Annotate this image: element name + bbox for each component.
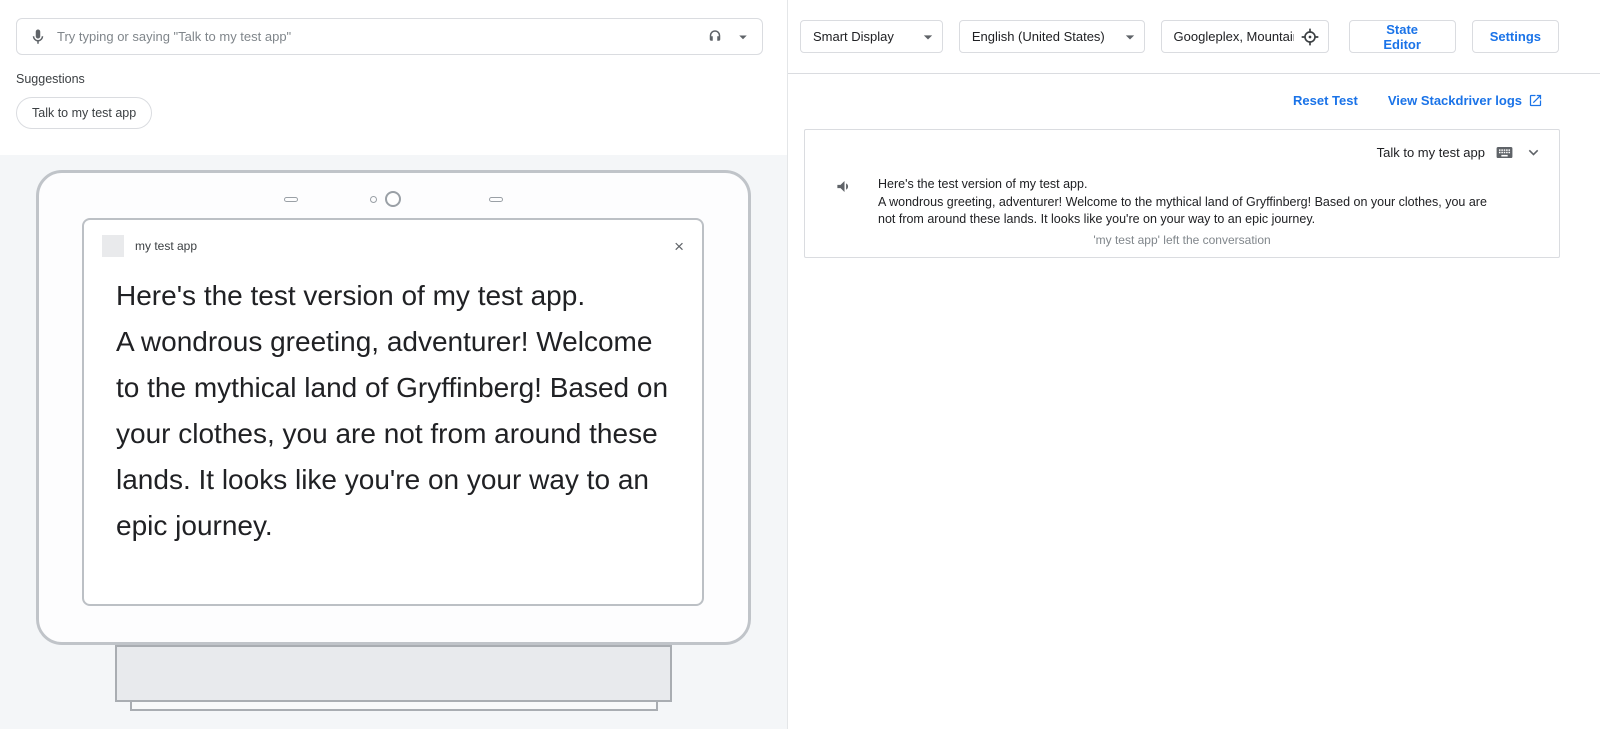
- my-location-icon[interactable]: [1300, 27, 1320, 47]
- mic-icon[interactable]: [29, 28, 47, 46]
- screen-response-line1: Here's the test version of my test app.: [116, 273, 670, 319]
- query-input[interactable]: [57, 29, 696, 44]
- suggestion-chip[interactable]: Talk to my test app: [16, 97, 152, 129]
- bezel-sensor-left: [284, 197, 298, 202]
- screen-response-text: Here's the test version of my test app. …: [84, 265, 702, 549]
- location-value: Googleplex, Mountain ...: [1174, 29, 1294, 44]
- device-screen: my test app × Here's the test version of…: [82, 218, 704, 606]
- language-select-value: English (United States): [972, 29, 1105, 44]
- location-field[interactable]: Googleplex, Mountain ...: [1161, 20, 1329, 53]
- test-panel: Smart Display English (United States) Go…: [788, 0, 1600, 729]
- device-bezel: [39, 191, 748, 207]
- view-stackdriver-logs-label: View Stackdriver logs: [1388, 93, 1522, 108]
- view-stackdriver-logs-link[interactable]: View Stackdriver logs: [1388, 93, 1543, 108]
- query-input-bar[interactable]: [16, 18, 763, 55]
- screen-app-header: my test app ×: [84, 220, 702, 265]
- app-name-label: my test app: [135, 239, 197, 253]
- close-icon[interactable]: ×: [674, 238, 684, 255]
- reset-test-link[interactable]: Reset Test: [1293, 93, 1358, 108]
- user-query-text: Talk to my test app: [1377, 145, 1485, 160]
- smart-display-frame: my test app × Here's the test version of…: [36, 170, 751, 645]
- assistant-response-text: Here's the test version of my test app. …: [878, 176, 1507, 229]
- audio-output-icon[interactable]: [706, 28, 724, 46]
- expand-turn-chevron-icon[interactable]: [1524, 143, 1543, 162]
- suggestions-label: Suggestions: [16, 72, 763, 86]
- device-preview-area: my test app × Here's the test version of…: [0, 155, 787, 729]
- settings-button[interactable]: Settings: [1472, 20, 1559, 53]
- speaker-icon[interactable]: [835, 177, 854, 196]
- conversation-ended-note: 'my test app' left the conversation: [821, 233, 1543, 247]
- chevron-down-icon: [918, 27, 938, 47]
- surface-select[interactable]: Smart Display: [800, 20, 943, 53]
- simulator-input-panel: Suggestions Talk to my test app my test …: [0, 0, 788, 729]
- app-icon: [102, 235, 124, 257]
- conversation-turn-card: Talk to my test app Here's the test vers…: [804, 129, 1560, 258]
- state-editor-button[interactable]: State Editor: [1349, 20, 1456, 53]
- test-actions-row: Reset Test View Stackdriver logs: [788, 74, 1600, 121]
- external-link-icon: [1528, 93, 1543, 108]
- keyboard-icon: [1495, 143, 1514, 162]
- device-base: [130, 702, 658, 711]
- chevron-down-icon: [1120, 27, 1140, 47]
- audio-options-caret-icon[interactable]: [734, 28, 752, 46]
- surface-select-value: Smart Display: [813, 29, 894, 44]
- bezel-mic-dot: [370, 196, 377, 203]
- input-section: Suggestions Talk to my test app: [0, 0, 787, 155]
- user-query-row: Talk to my test app: [821, 143, 1543, 162]
- bezel-sensor-right: [489, 197, 503, 202]
- response-rest: A wondrous greeting, adventurer! Welcome…: [878, 194, 1507, 229]
- device-stand: [115, 645, 672, 702]
- actions-simulator: Suggestions Talk to my test app my test …: [0, 0, 1600, 729]
- camera-ring-icon: [385, 191, 401, 207]
- test-toolbar: Smart Display English (United States) Go…: [788, 0, 1600, 74]
- screen-response-rest: A wondrous greeting, adventurer! Welcome…: [116, 319, 670, 549]
- language-select[interactable]: English (United States): [959, 20, 1145, 53]
- response-line1: Here's the test version of my test app.: [878, 176, 1507, 194]
- assistant-response-row: Here's the test version of my test app. …: [821, 176, 1543, 229]
